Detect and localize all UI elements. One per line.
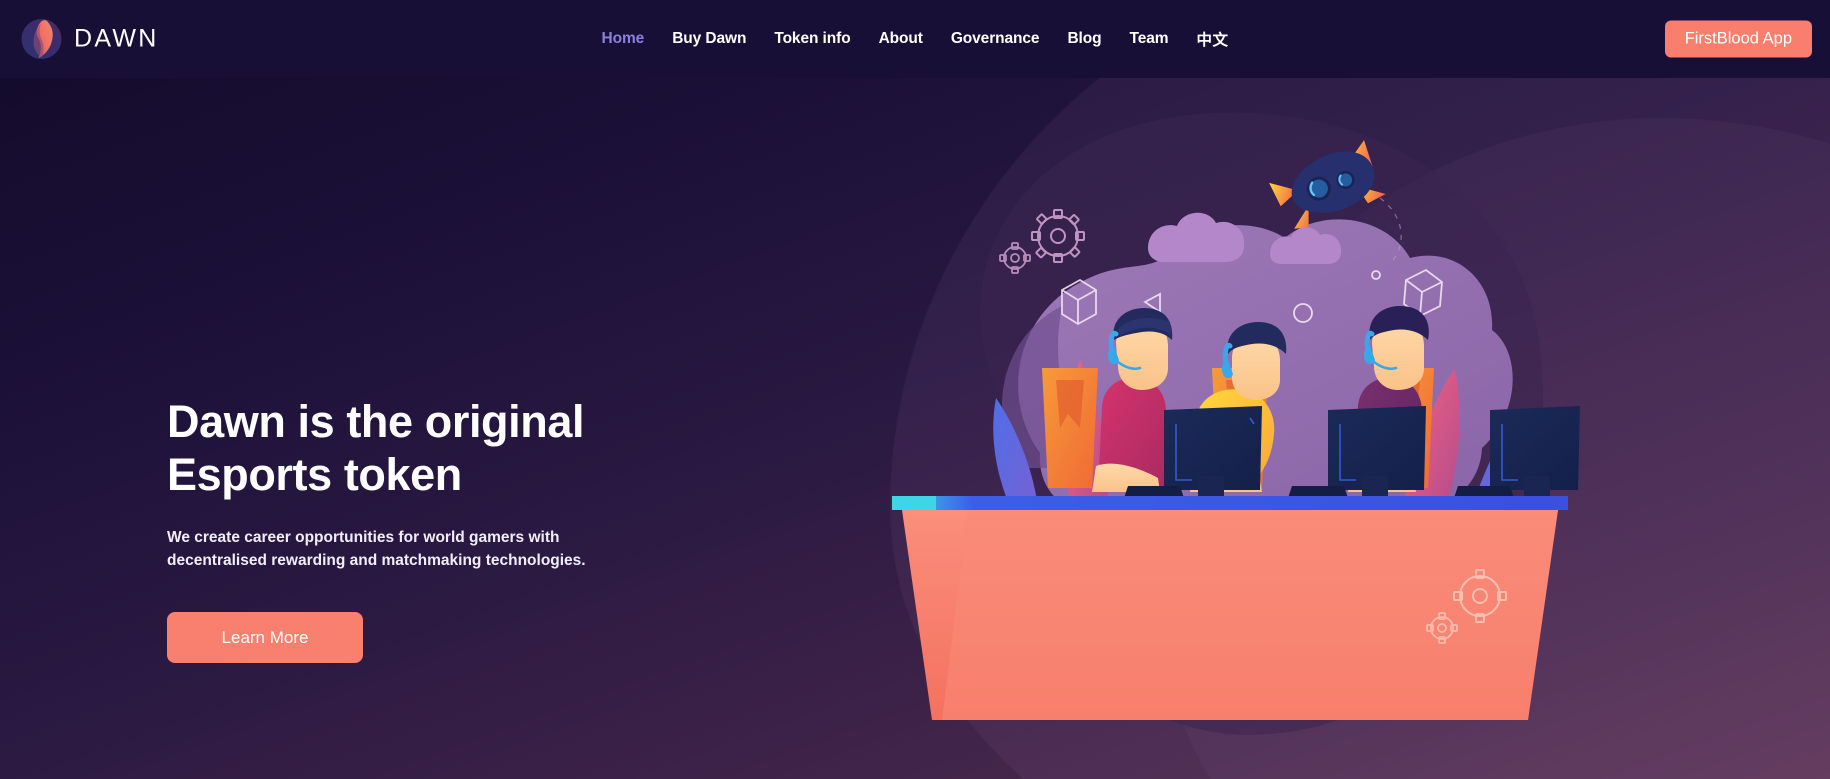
monitor-left xyxy=(1164,406,1262,500)
nav-item-blog[interactable]: Blog xyxy=(1053,30,1115,48)
nav-item-chinese[interactable]: 中文 xyxy=(1182,28,1242,50)
nav-item-team[interactable]: Team xyxy=(1115,30,1182,48)
primary-nav-links: Home Buy Dawn Token info About Governanc… xyxy=(588,28,1243,50)
monitor-center xyxy=(1328,406,1426,500)
hero-subtitle: We create career opportunities for world… xyxy=(167,529,586,569)
gaming-chair-left xyxy=(1042,368,1098,488)
learn-more-button[interactable]: Learn More xyxy=(167,612,363,664)
esports-team-gaming-illustration xyxy=(880,78,1580,768)
dawn-flame-circle-icon xyxy=(20,18,63,61)
nav-item-token-info[interactable]: Token info xyxy=(760,30,864,48)
nav-item-home[interactable]: Home xyxy=(588,30,659,48)
hero-title-line-1: Dawn is the original xyxy=(167,396,585,447)
nav-item-governance[interactable]: Governance xyxy=(937,30,1054,48)
brand-logo[interactable]: DAWN xyxy=(20,18,159,61)
hero-copy-block: Dawn is the original Esports token We cr… xyxy=(167,395,807,664)
nav-item-about[interactable]: About xyxy=(865,30,937,48)
hero-title-line-2: Esports token xyxy=(167,449,462,501)
nav-item-buy-dawn[interactable]: Buy Dawn xyxy=(658,30,760,48)
desk xyxy=(892,496,1568,720)
brand-name: DAWN xyxy=(74,24,159,53)
hero-title: Dawn is the original Esports token xyxy=(167,395,807,501)
top-navigation-bar: DAWN Home Buy Dawn Token info About Gove… xyxy=(0,0,1830,78)
hero-section: Dawn is the original Esports token We cr… xyxy=(0,78,1830,779)
monitor-right xyxy=(1490,406,1580,500)
dawn-landing-page: DAWN Home Buy Dawn Token info About Gove… xyxy=(0,0,1830,779)
firstblood-app-button[interactable]: FirstBlood App xyxy=(1664,20,1812,58)
